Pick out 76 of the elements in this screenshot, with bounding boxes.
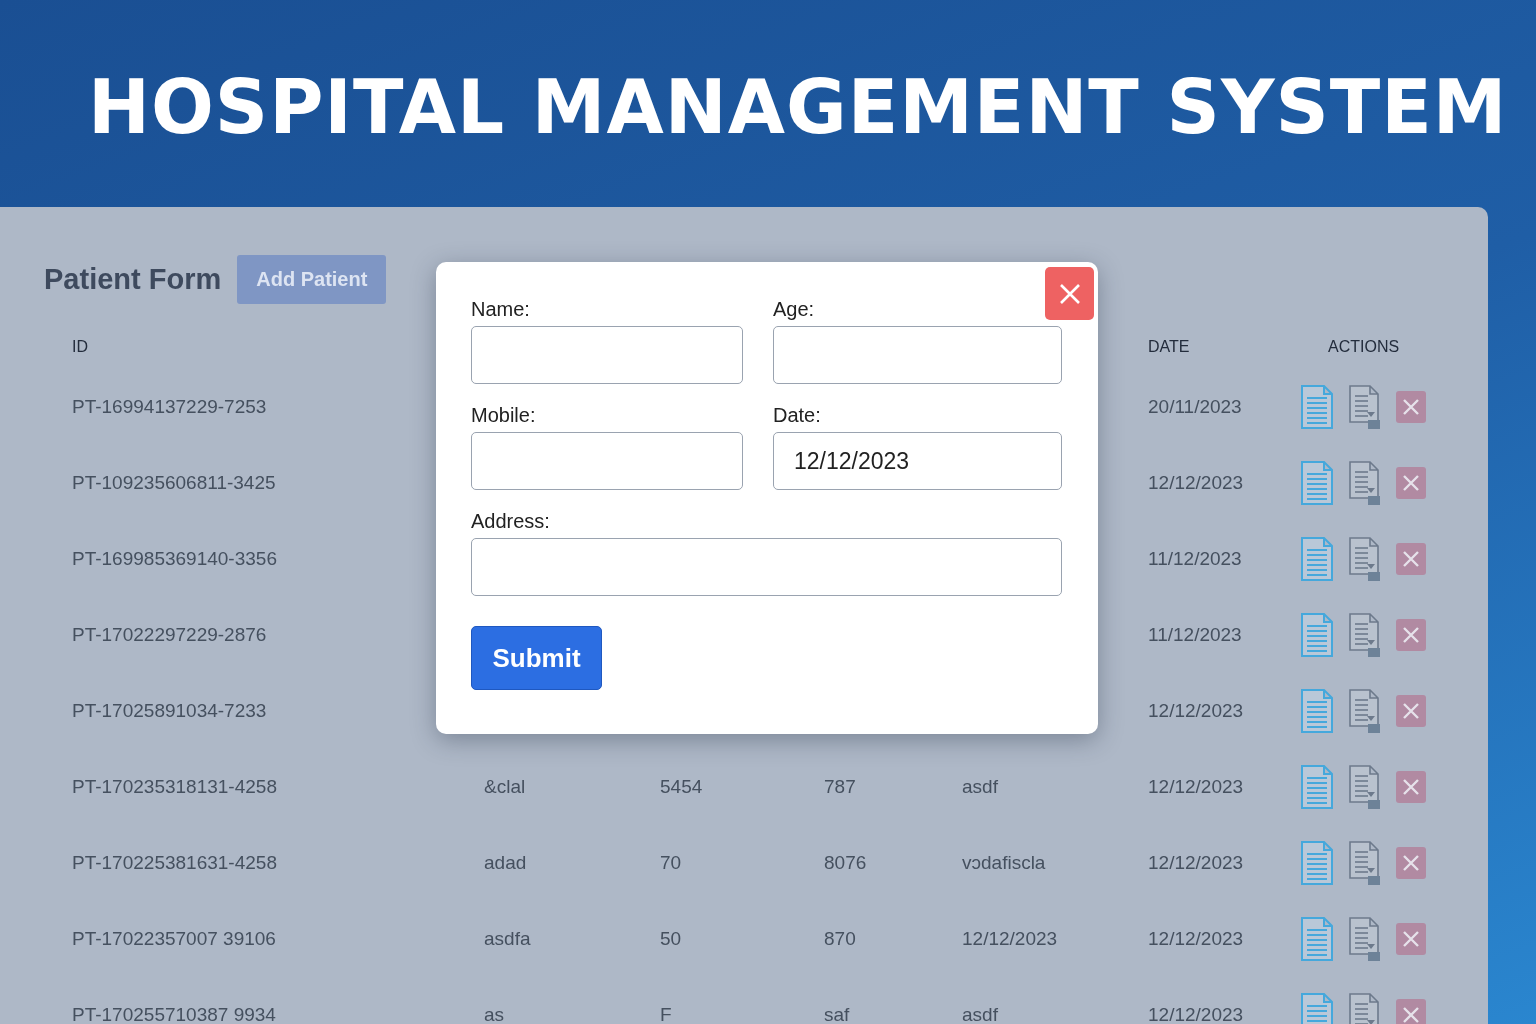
table-cell-text: 12/12/2023 [961,927,1059,951]
table-cell-text: adad [483,851,528,875]
document-icon[interactable] [1300,764,1334,810]
input-field[interactable] [471,538,1062,596]
table-cell-text: vɔdafiscla [961,851,1047,875]
table-cell-text: 8076 [823,851,868,875]
delete-icon[interactable] [1396,391,1426,423]
app-title: HOSPITAL MANAGEMENT SYSTEM [88,63,1508,150]
column-header: DATE [1147,336,1191,357]
document-icon[interactable] [1300,916,1334,962]
document-download-icon[interactable] [1348,612,1382,658]
delete-icon[interactable] [1396,619,1426,651]
table-cell-text: 870 [823,927,857,951]
delete-icon[interactable] [1396,771,1426,803]
table-cell-text: PT-17022297229-2876 [71,623,268,647]
table-cell-text: 12/12/2023 [1147,927,1245,951]
document-download-icon[interactable] [1348,764,1382,810]
field-label: Mobile: [471,404,537,427]
document-icon[interactable] [1300,612,1334,658]
table-cell-text: PT-16994137229-7253 [71,395,268,419]
column-header: ACTIONS [1327,336,1401,357]
table-cell-text: 787 [823,775,857,799]
table-cell-text: 12/12/2023 [1147,471,1245,495]
input-field[interactable] [773,326,1062,384]
delete-icon[interactable] [1396,695,1426,727]
table-cell-text: 11/12/2023 [1147,547,1243,571]
table-cell-text: PT-170255710387 9934 [71,1003,277,1024]
table-cell-text: 5454 [659,775,704,799]
panel-title: Patient Form [44,263,222,296]
table-cell-text: asdf [961,1003,999,1024]
delete-icon[interactable] [1396,543,1426,575]
table-cell-text: PT-169985369140-3356 [71,547,278,571]
table-cell-text: PT-17022357007 39106 [71,927,277,951]
input-field[interactable] [471,326,743,384]
document-icon[interactable] [1300,688,1334,734]
table-cell-text: 12/12/2023 [1147,775,1245,799]
document-download-icon[interactable] [1348,840,1382,886]
table-cell-text: as [483,1003,506,1024]
document-download-icon[interactable] [1348,460,1382,506]
table-cell-text: saf [823,1003,851,1024]
table-cell-text: 11/12/2023 [1147,623,1243,647]
document-download-icon[interactable] [1348,384,1382,430]
input-field[interactable] [471,432,743,490]
table-cell-text: 50 [659,927,683,951]
table-cell-text: PT-109235606811-3425 [71,471,277,495]
table-cell-text: &clal [483,775,527,799]
delete-icon[interactable] [1396,847,1426,879]
submit-button[interactable]: Submit [471,626,602,690]
document-icon[interactable] [1300,536,1334,582]
table-cell-text: PT-170235318131-4258 [71,775,278,799]
delete-icon[interactable] [1396,999,1426,1024]
input-field[interactable]: 12/12/2023 [773,432,1062,490]
table-cell-text: F [659,1003,673,1024]
table-cell-text: 20/11/2023 [1147,395,1243,419]
document-download-icon[interactable] [1348,916,1382,962]
delete-icon[interactable] [1396,467,1426,499]
field-label: Address: [471,510,551,533]
column-header: ID [71,336,89,357]
document-download-icon[interactable] [1348,688,1382,734]
close-icon[interactable] [1045,267,1094,320]
document-icon[interactable] [1300,840,1334,886]
table-cell-text: 70 [659,851,683,875]
table-cell-text: 12/12/2023 [1147,1003,1245,1024]
table-cell-text: asdfa [483,927,532,951]
table-cell-text: 12/12/2023 [1147,699,1245,723]
table-cell-text: asdf [961,775,999,799]
table-cell-text: PT-170225381631-4258 [71,851,278,875]
field-label: Name: [471,298,531,321]
document-icon[interactable] [1300,460,1334,506]
table-cell-text: 12/12/2023 [1147,851,1245,875]
field-label: Date: [773,404,822,427]
field-label: Age: [773,298,816,321]
table-cell-text: PT-17025891034-7233 [71,699,268,723]
document-icon[interactable] [1300,384,1334,430]
delete-icon[interactable] [1396,923,1426,955]
document-download-icon[interactable] [1348,536,1382,582]
